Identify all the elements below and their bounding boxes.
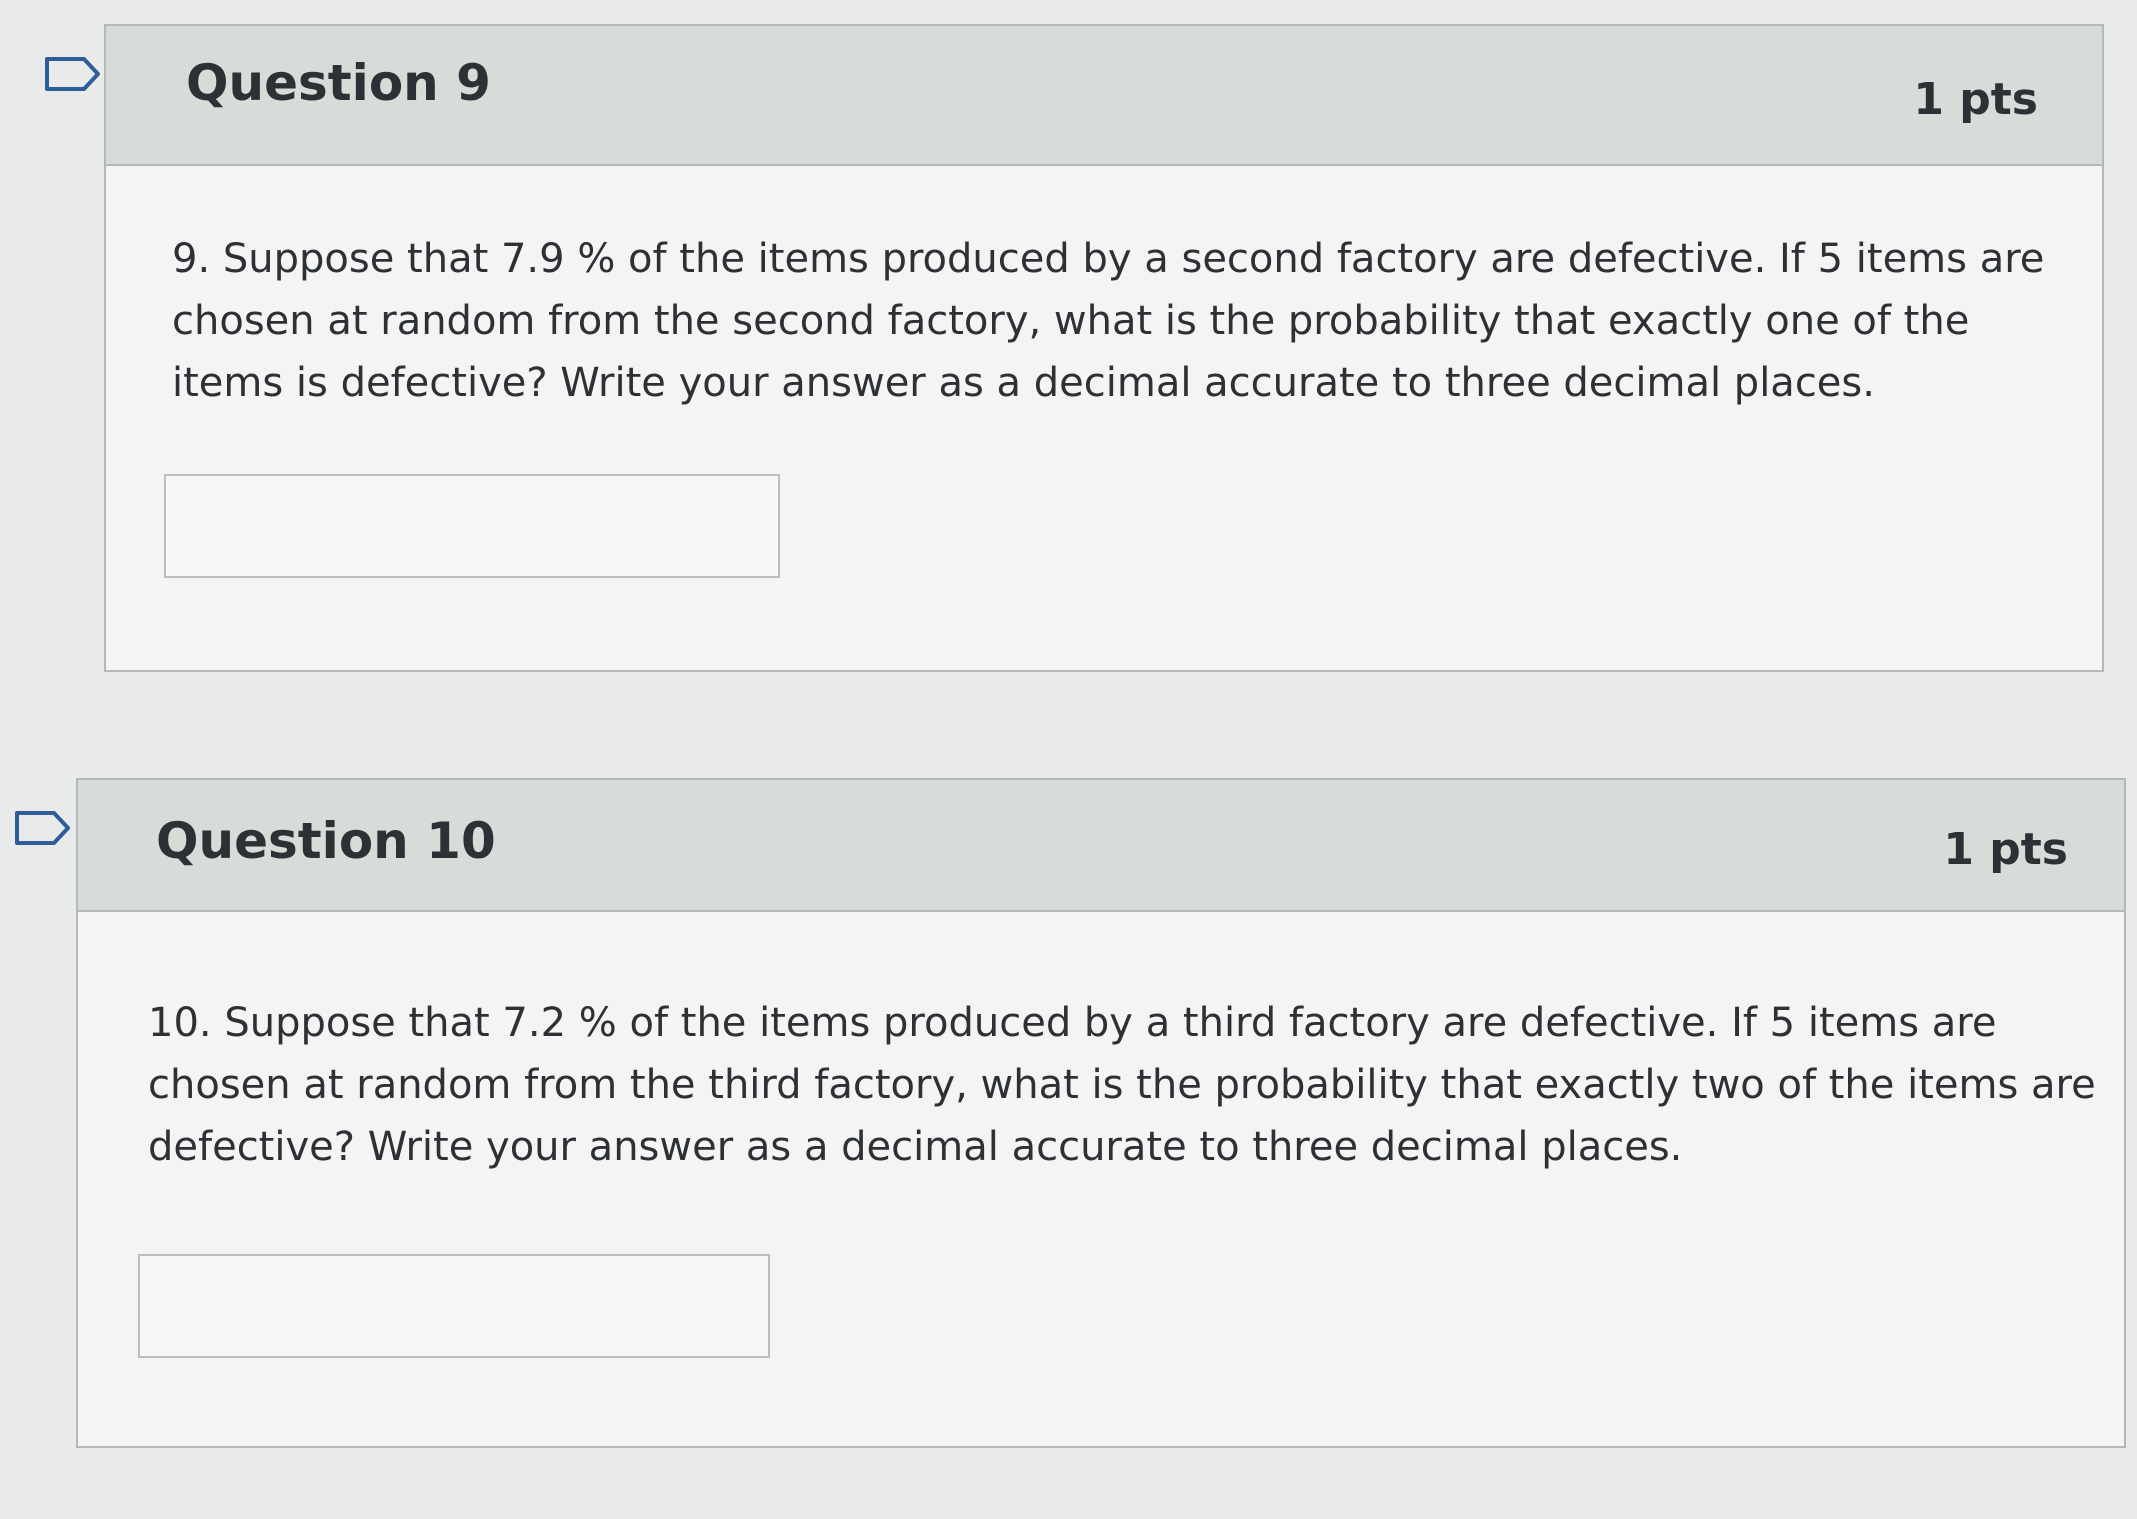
question-9-card: Question 9 1 pts 9. Suppose that 7.9 % o… [104,24,2104,672]
question-9-answer-input[interactable] [164,474,780,578]
question-10-answer-input[interactable] [138,1254,770,1358]
flag-question-9-icon[interactable] [44,56,102,91]
question-10-points: 1 pts [1943,824,2068,875]
question-9-text: 9. Suppose that 7.9 % of the items produ… [172,236,2045,406]
flag-question-10-icon[interactable] [14,810,72,845]
question-10-title: Question 10 [156,812,496,870]
question-9-points: 1 pts [1913,74,2038,125]
question-10-text: 10. Suppose that 7.2 % of the items prod… [148,1000,2096,1170]
question-10-card: Question 10 1 pts 10. Suppose that 7.2 %… [76,778,2126,1448]
question-10-header: Question 10 1 pts [78,780,2124,912]
question-9-header: Question 9 1 pts [106,26,2102,166]
question-9-title: Question 9 [186,54,491,112]
